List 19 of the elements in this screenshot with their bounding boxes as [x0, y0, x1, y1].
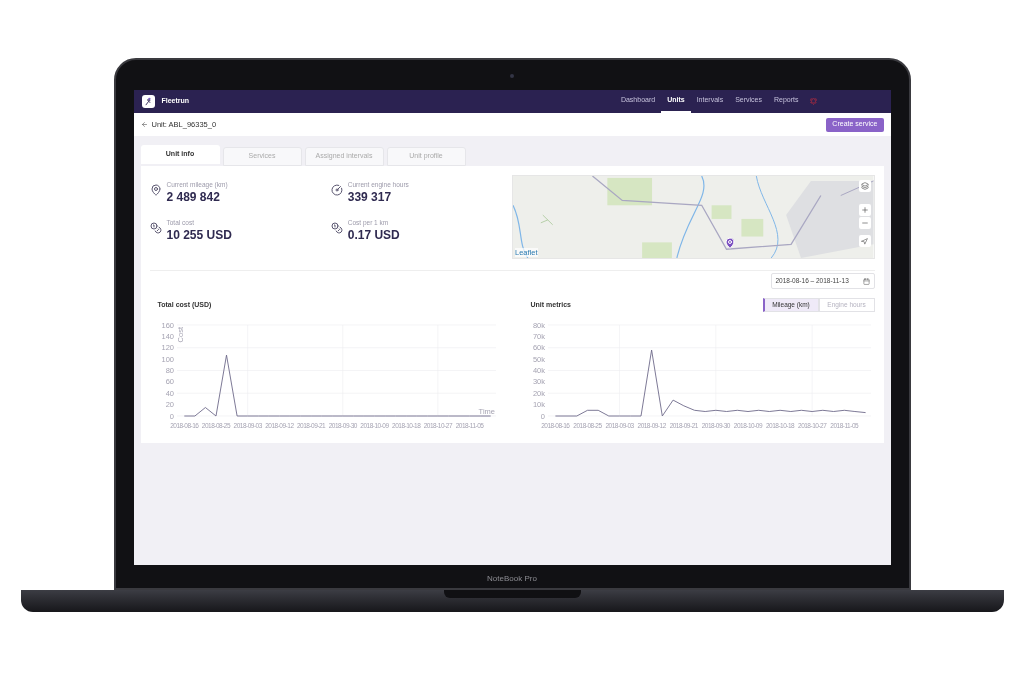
stat-value: 2 489 842	[166, 189, 221, 204]
camera-icon	[510, 74, 514, 78]
plus-icon	[860, 206, 869, 214]
gauge-icon	[330, 184, 343, 196]
device-label: NoteBook Pro	[487, 574, 537, 584]
coins-icon	[330, 221, 343, 234]
coins-icon	[149, 221, 162, 234]
alert-icon[interactable]	[809, 98, 817, 105]
navigation-arrow-icon	[861, 237, 868, 245]
stat-value: 10 255 USD	[166, 227, 232, 242]
location-pin-icon	[149, 184, 162, 196]
calendar-icon[interactable]	[862, 277, 870, 285]
stat-value: 339 317	[347, 189, 393, 204]
back-arrow-icon[interactable]	[140, 121, 148, 128]
map-marker-icon[interactable]	[724, 237, 736, 249]
minus-icon	[860, 219, 869, 227]
app-logo-icon	[141, 95, 155, 108]
stat-value: 0.17 USD	[347, 227, 400, 242]
layers-icon	[860, 182, 869, 190]
